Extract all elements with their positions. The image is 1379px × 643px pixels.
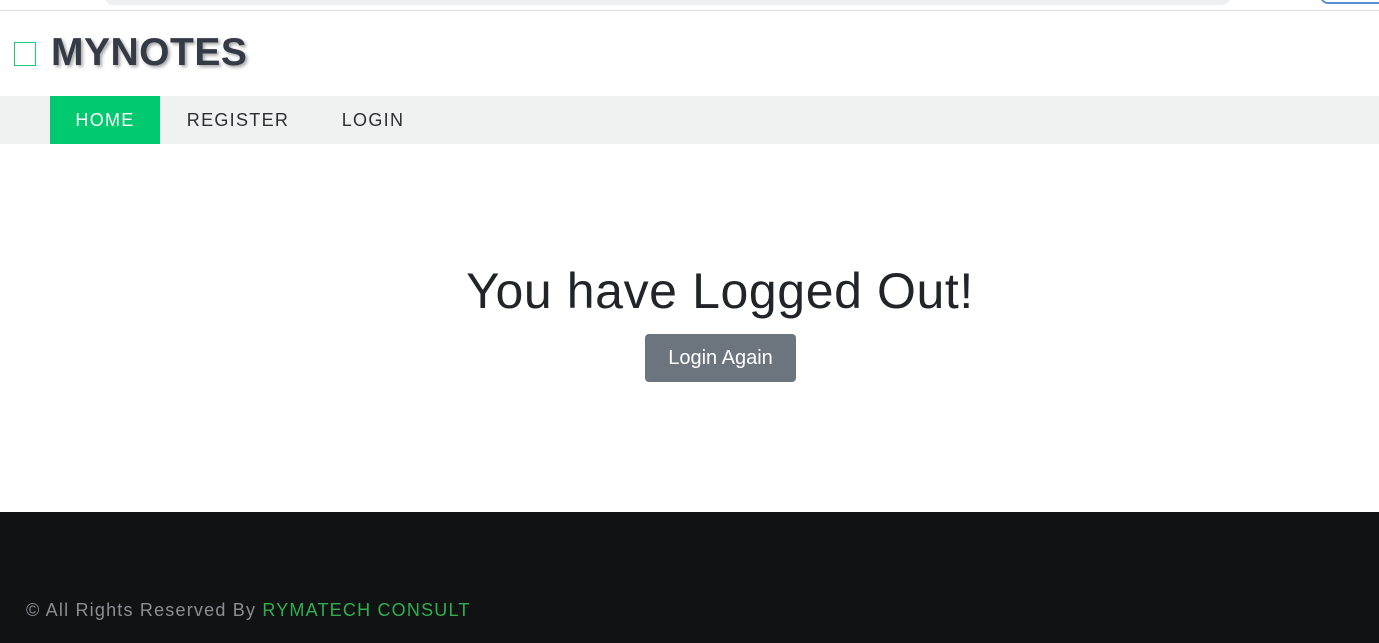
page-title: You have Logged Out!	[466, 263, 974, 319]
browser-chrome-strip	[0, 0, 1379, 11]
footer-copyright-text: © All Rights Reserved By	[26, 600, 263, 620]
nav-item-register[interactable]: REGISTER	[160, 96, 316, 144]
brand-title: MYNOTES	[51, 31, 248, 74]
notebook-icon	[14, 42, 36, 66]
brand[interactable]: MYNOTES	[14, 30, 247, 76]
main-navbar: HOME REGISTER LOGIN	[0, 96, 1379, 144]
footer: © All Rights Reserved By RYMATECH CONSUL…	[0, 512, 1379, 643]
browser-profile-button[interactable]	[1320, 0, 1379, 4]
footer-copyright: © All Rights Reserved By RYMATECH CONSUL…	[26, 600, 471, 621]
nav-item-home[interactable]: HOME	[50, 96, 160, 144]
address-bar[interactable]	[105, 0, 1230, 5]
footer-company-link[interactable]: RYMATECH CONSULT	[262, 600, 470, 620]
nav-item-login[interactable]: LOGIN	[316, 96, 430, 144]
login-again-button[interactable]: Login Again	[645, 334, 796, 382]
